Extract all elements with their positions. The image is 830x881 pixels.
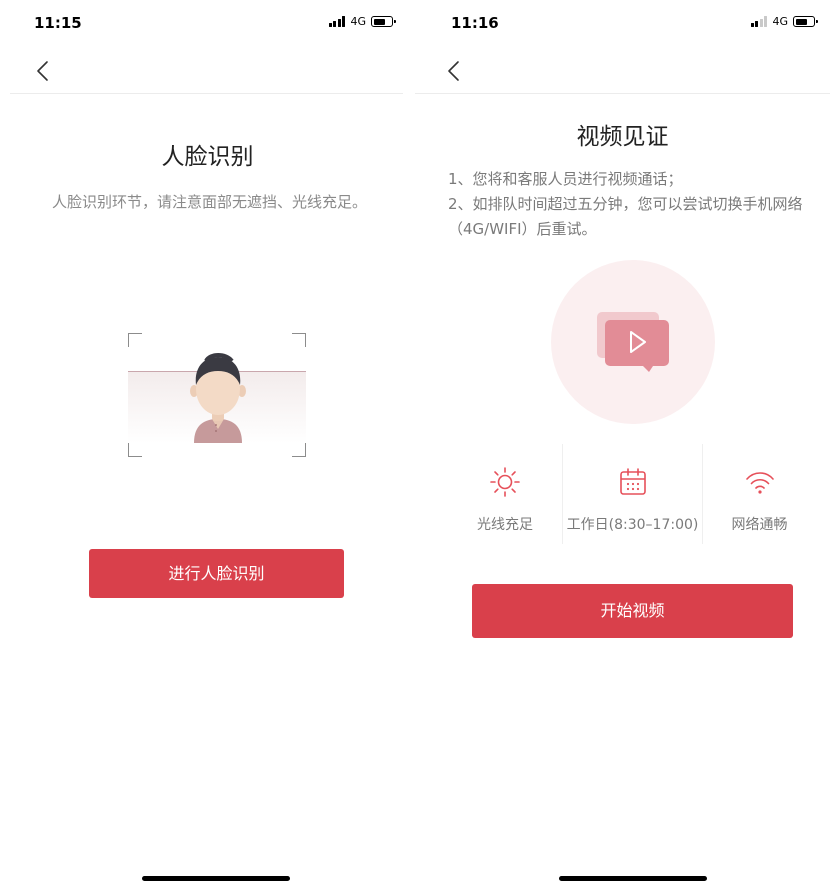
- face-recognition-screen: 11:15 4G 人脸识别 人脸识别环节，请注意面部无遮挡、光线充足。 进行人脸…: [0, 0, 415, 881]
- face-avatar-icon: [190, 353, 246, 443]
- instruction-line: 1、您将和客服人员进行视频通话；: [448, 170, 683, 188]
- feature-working-hours: 工作日(8:30–17:00): [562, 444, 702, 544]
- home-indicator: [142, 876, 290, 881]
- signal-icon: [750, 16, 768, 27]
- frame-corner: [292, 333, 306, 347]
- sun-icon: [490, 467, 520, 497]
- feature-label: 工作日(8:30–17:00): [566, 517, 699, 533]
- feature-list: 光线充足 工作日(8:30–17:00) 网络通畅: [448, 444, 816, 544]
- feature-lighting: 光线充足: [448, 444, 562, 544]
- status-time: 11:16: [451, 14, 499, 32]
- video-play-icon: [597, 312, 669, 372]
- video-illustration: [551, 260, 715, 424]
- page-title: 人脸识别: [161, 144, 254, 170]
- status-indicators: 4G: [328, 15, 396, 28]
- home-indicator: [559, 876, 707, 881]
- battery-icon: [793, 16, 818, 27]
- feature-label: 光线充足: [477, 517, 533, 533]
- video-witness-screen: 11:16 4G 视频见证 1、您将和客服人员进行视频通话； 2、如排队时间超过…: [415, 0, 830, 881]
- nav-bar: [415, 50, 830, 94]
- page-title: 视频见证: [576, 124, 669, 150]
- status-bar: 11:15 4G: [0, 0, 415, 44]
- battery-icon: [371, 16, 396, 27]
- back-arrow-icon[interactable]: [32, 58, 56, 84]
- calendar-icon: [619, 468, 646, 495]
- instruction-line: 2、如排队时间超过五分钟，您可以尝试切换手机网络（4G/WIFI）后重试。: [448, 195, 803, 238]
- start-video-button[interactable]: 开始视频: [472, 584, 793, 638]
- frame-corner: [292, 443, 306, 457]
- feature-label: 网络通畅: [731, 517, 788, 533]
- video-instructions: 1、您将和客服人员进行视频通话； 2、如排队时间超过五分钟，您可以尝试切换手机网…: [448, 167, 816, 242]
- wifi-icon: [745, 472, 774, 494]
- face-description: 人脸识别环节，请注意面部无遮挡、光线充足。: [51, 193, 367, 211]
- start-face-recognition-button[interactable]: 进行人脸识别: [89, 549, 344, 598]
- network-label: 4G: [350, 15, 366, 28]
- face-scan-frame: [128, 333, 306, 457]
- network-label: 4G: [772, 15, 788, 28]
- feature-network: 网络通畅: [702, 444, 816, 544]
- signal-icon: [328, 16, 346, 27]
- nav-bar: [10, 50, 403, 94]
- status-time: 11:15: [34, 14, 82, 32]
- frame-corner: [128, 333, 142, 347]
- back-arrow-icon[interactable]: [443, 58, 467, 84]
- status-bar: 11:16 4G: [415, 0, 830, 44]
- frame-corner: [128, 443, 142, 457]
- status-indicators: 4G: [750, 15, 818, 28]
